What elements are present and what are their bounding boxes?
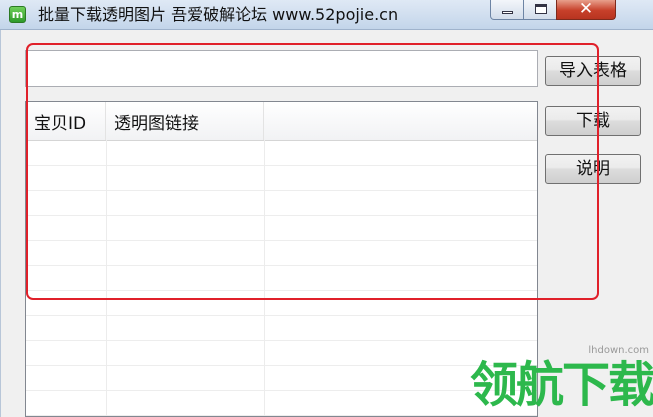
close-icon: ✕ <box>578 0 594 19</box>
watermark: lhdown.com 领航下载 <box>464 345 653 417</box>
column-divider <box>264 140 265 416</box>
minimize-icon <box>502 11 513 14</box>
import-table-button[interactable]: 导入表格 <box>545 56 641 86</box>
column-header-empty[interactable] <box>264 102 537 140</box>
help-button[interactable]: 说明 <box>545 154 641 184</box>
minimize-button[interactable] <box>490 0 524 20</box>
table-header: 宝贝ID 透明图链接 <box>26 102 537 141</box>
table-row[interactable] <box>26 191 537 216</box>
maximize-icon <box>535 4 547 14</box>
table-row[interactable] <box>26 291 537 316</box>
watermark-url: lhdown.com <box>588 345 649 356</box>
table-row[interactable] <box>26 266 537 291</box>
column-header-transparent-link[interactable]: 透明图链接 <box>106 102 264 140</box>
window-title: 批量下载透明图片 吾爱破解论坛 www.52pojie.cn <box>38 5 399 24</box>
table-row[interactable] <box>26 391 537 416</box>
links-table[interactable]: 宝贝ID 透明图链接 <box>25 101 538 417</box>
table-row[interactable] <box>26 141 537 166</box>
app-icon: m <box>9 6 26 23</box>
maximize-button[interactable] <box>523 0 557 20</box>
table-row[interactable] <box>26 316 537 341</box>
table-row[interactable] <box>26 241 537 266</box>
table-row[interactable] <box>26 366 537 391</box>
column-divider <box>106 140 107 416</box>
title-bar[interactable]: m 批量下载透明图片 吾爱破解论坛 www.52pojie.cn ✕ <box>0 0 653 30</box>
table-row[interactable] <box>26 166 537 191</box>
table-row[interactable] <box>26 341 537 366</box>
table-row[interactable] <box>26 216 537 241</box>
watermark-text: 领航下载 <box>470 357 653 413</box>
column-header-product-id[interactable]: 宝贝ID <box>26 102 106 140</box>
close-button[interactable]: ✕ <box>556 0 616 20</box>
download-button[interactable]: 下载 <box>545 106 641 136</box>
file-path-input[interactable] <box>25 50 538 87</box>
